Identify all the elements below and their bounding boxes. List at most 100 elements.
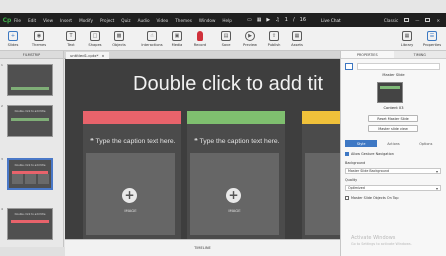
slides-button[interactable]: + Slides — [2, 29, 24, 50]
tab-style[interactable]: Style — [345, 140, 378, 147]
add-image-icon[interactable]: + — [226, 188, 241, 203]
themes-icon: ◉ — [34, 31, 44, 41]
objects-on-top-checkbox[interactable] — [345, 196, 349, 200]
content-column[interactable]: ❝ Type the caption text here. + IMAGE — [187, 111, 285, 239]
image-placeholder[interactable]: + IMAGE — [86, 153, 175, 235]
timeline-bar[interactable]: TIMELINE — [65, 239, 340, 256]
master-slide-view-button[interactable]: Master slide view — [368, 125, 418, 132]
slide-thumbnail[interactable] — [7, 64, 53, 96]
shapes-button[interactable]: □ Shapes — [84, 29, 106, 50]
slide-name-field[interactable] — [357, 63, 440, 70]
properties-icon: ☰ — [427, 31, 437, 41]
menu-help[interactable]: Help — [222, 18, 232, 23]
close-icon[interactable]: ✕ — [436, 18, 440, 23]
slide-thumbnail-title: Double click to add title — [14, 164, 46, 167]
window-controls: Classic — ✕ — [384, 13, 440, 27]
add-image-icon[interactable]: + — [122, 188, 137, 203]
slide-thumbnail-bar — [11, 118, 49, 121]
text-label: Text — [67, 43, 75, 47]
mode-select[interactable]: Classic — [384, 18, 398, 23]
menu-project[interactable]: Project — [100, 18, 114, 23]
tab-properties[interactable]: PROPERTIES — [341, 51, 394, 58]
menu-themes[interactable]: Themes — [175, 18, 192, 23]
slide-title-placeholder[interactable]: Double click to add tit — [133, 73, 323, 96]
menu-quiz[interactable]: Quiz — [121, 18, 130, 23]
menu-audio[interactable]: Audio — [138, 18, 150, 23]
slide-thumbnail-title: Double click to add title — [14, 110, 46, 113]
slide-thumbnail-selected[interactable]: Double click to add title — [7, 158, 53, 190]
live-chat-link[interactable]: Live Chat — [321, 18, 341, 23]
search-icon[interactable] — [404, 18, 410, 22]
library-button[interactable]: ▦ Library — [396, 29, 418, 50]
master-slide-preview-bar — [380, 86, 400, 89]
reset-master-slide-button[interactable]: Reset Master Slide — [368, 115, 418, 122]
grid-icon[interactable]: ▦ — [257, 17, 262, 23]
properties-button[interactable]: ☰ Properties — [419, 29, 445, 50]
image-placeholder[interactable] — [305, 153, 340, 235]
themes-button[interactable]: ◉ Themes — [28, 29, 50, 50]
menu-modify[interactable]: Modify — [79, 18, 93, 23]
publish-button[interactable]: ⇧ Publish — [263, 29, 285, 50]
caption-placeholder[interactable]: ❝ Type the caption text here. — [194, 137, 280, 145]
slide-thumbnail[interactable]: Double click to add title — [7, 208, 53, 240]
objects-on-top-row[interactable]: Master Slide Objects On Top — [345, 196, 399, 200]
objects-on-top-label: Master Slide Objects On Top — [351, 196, 399, 200]
content-column[interactable] — [302, 111, 340, 239]
monitor-icon[interactable]: ▭ — [247, 17, 252, 23]
save-icon: ▤ — [221, 31, 231, 41]
filmstrip-panel: FILMSTRIP 1 2 Double click to add title … — [0, 51, 64, 247]
content-column[interactable]: ❝ Type the caption text here. + IMAGE — [83, 111, 181, 239]
tab-actions[interactable]: Actions — [377, 140, 409, 147]
caption-placeholder[interactable]: ❝ Type the caption text here. — [90, 137, 176, 145]
audio-icon[interactable]: ♫ — [275, 17, 279, 23]
document-tab[interactable]: untitled1.cptx* × — [66, 52, 109, 59]
interactions-button[interactable]: ☝ Interactions — [139, 29, 165, 50]
master-slide-name: Content 03 — [383, 106, 404, 110]
background-select[interactable]: Master Slide Background — [345, 168, 441, 174]
image-label: IMAGE — [124, 208, 137, 213]
play-icon[interactable]: ▶ — [266, 17, 270, 23]
image-placeholder[interactable]: + IMAGE — [190, 153, 279, 235]
close-tab-icon[interactable]: × — [101, 53, 104, 58]
slide-thumbnail-image — [12, 174, 23, 184]
menu-insert[interactable]: Insert — [60, 18, 72, 23]
tab-options[interactable]: Options — [410, 140, 442, 147]
save-button[interactable]: ▤ Save — [215, 29, 237, 50]
minimize-icon[interactable]: — — [415, 18, 419, 23]
record-button[interactable]: Record — [189, 29, 211, 50]
menu-file[interactable]: File — [14, 18, 21, 23]
maximize-icon[interactable] — [425, 18, 431, 22]
library-label: Library — [400, 43, 414, 47]
media-button[interactable]: ▣ Media — [166, 29, 188, 50]
slide-thumbnail-image — [25, 174, 36, 184]
master-slide-label: Master Slide — [382, 73, 405, 77]
slide-number: 3 — [1, 157, 3, 161]
preview-button[interactable]: ▶ Preview — [239, 29, 261, 50]
tab-timing[interactable]: TIMING — [393, 51, 446, 58]
preview-icon: ▶ — [245, 31, 255, 41]
page-current: 1 — [284, 17, 288, 23]
quality-select[interactable]: Optimized — [345, 185, 441, 191]
menu-window[interactable]: Window — [199, 18, 216, 23]
text-button[interactable]: T Text — [60, 29, 82, 50]
slide-thumbnail-image — [38, 174, 49, 184]
slide-type-icon — [345, 63, 353, 70]
allow-gesture-checkbox[interactable] — [345, 152, 349, 156]
background-label: Background — [345, 161, 366, 165]
menu-view[interactable]: View — [43, 18, 53, 23]
slide-thumbnail-title: Double click to add title — [14, 213, 46, 216]
quality-label: Quality — [345, 178, 358, 182]
assets-button[interactable]: ▦ Assets — [286, 29, 308, 50]
allow-gesture-row[interactable]: Allow Gesture Navigation — [345, 152, 394, 156]
menu-edit[interactable]: Edit — [28, 18, 36, 23]
master-slide-preview[interactable] — [377, 82, 403, 103]
slide-thumbnail-bar — [11, 87, 49, 90]
slide-thumbnail[interactable]: Double click to add title — [7, 105, 53, 137]
captivate-window: Cp File Edit View Insert Modify Project … — [0, 0, 446, 256]
objects-button[interactable]: ▩ Objects — [108, 29, 130, 50]
library-icon: ▦ — [402, 31, 412, 41]
page-total: 16 — [299, 17, 307, 23]
menu-video[interactable]: Video — [157, 18, 169, 23]
slide-stage[interactable]: Double click to add tit ❝ Type the capti… — [65, 59, 340, 239]
slide-number: 1 — [1, 63, 3, 67]
